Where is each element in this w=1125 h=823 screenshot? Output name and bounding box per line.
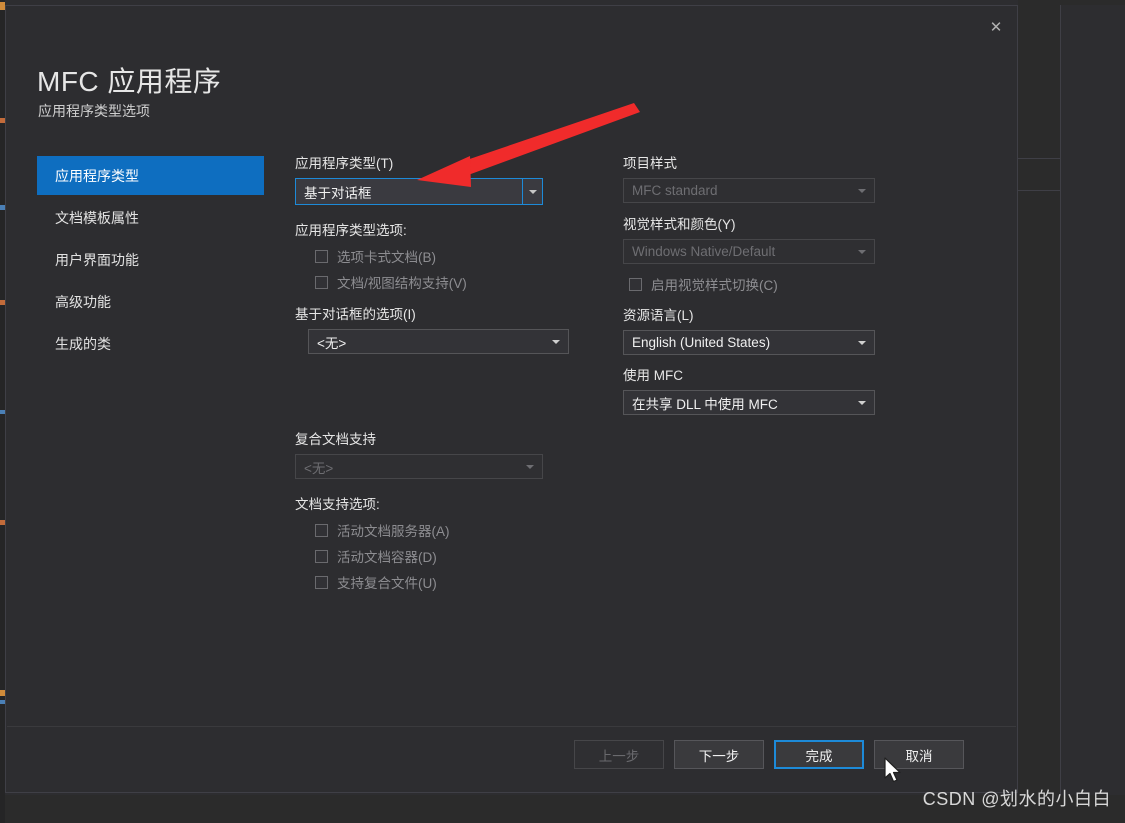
resource-language-select[interactable]: English (United States): [623, 330, 875, 355]
next-button-label: 下一步: [699, 745, 740, 765]
checkbox-active-document-server: 活动文档服务器(A): [315, 517, 575, 543]
use-mfc-value: 在共享 DLL 中使用 MFC: [632, 393, 778, 413]
visual-style-value: Windows Native/Default: [632, 244, 775, 259]
left-options-column: 应用程序类型(T) 基于对话框 应用程序类型选项: 选项卡式文档(B) 文档/视…: [295, 156, 575, 595]
checkbox-active-document-container: 活动文档容器(D): [315, 543, 575, 569]
cancel-button-label: 取消: [906, 745, 933, 765]
chevron-down-icon: [858, 341, 866, 345]
dialog-based-options-select[interactable]: <无>: [308, 329, 569, 354]
finish-button-label: 完成: [806, 745, 833, 765]
checkbox-box-icon: [629, 278, 642, 291]
checkbox-label: 启用视觉样式切换(C): [651, 274, 778, 294]
application-type-label: 应用程序类型(T): [295, 156, 575, 172]
wizard-form: 应用程序类型(T) 基于对话框 应用程序类型选项: 选项卡式文档(B) 文档/视…: [6, 156, 1019, 716]
document-support-options-label: 文档支持选项:: [295, 493, 575, 513]
mfc-wizard-dialog: ✕ MFC 应用程序 应用程序类型选项 应用程序类型 文档模板属性 用户界面功能…: [5, 5, 1018, 793]
chevron-down-icon[interactable]: [522, 179, 542, 204]
checkbox-label: 活动文档容器(D): [337, 546, 437, 566]
checkbox-compound-file-support: 支持复合文件(U): [315, 569, 575, 595]
dialog-based-options-value: <无>: [317, 332, 346, 352]
project-style-select: MFC standard: [623, 178, 875, 203]
compound-document-support-label: 复合文档支持: [295, 432, 575, 448]
project-style-label: 项目样式: [623, 156, 903, 172]
checkbox-label: 选项卡式文档(B): [337, 246, 436, 266]
checkbox-label: 支持复合文件(U): [337, 572, 437, 592]
checkbox-label: 活动文档服务器(A): [337, 520, 450, 540]
application-type-select[interactable]: 基于对话框: [295, 178, 543, 205]
use-mfc-select[interactable]: 在共享 DLL 中使用 MFC: [623, 390, 875, 415]
checkbox-label: 文档/视图结构支持(V): [337, 272, 467, 292]
application-type-value: 基于对话框: [304, 182, 372, 202]
compound-document-support-value: <无>: [304, 457, 333, 477]
checkbox-box-icon: [315, 276, 328, 289]
page-subtitle: 应用程序类型选项: [38, 101, 150, 121]
checkbox-box-icon: [315, 524, 328, 537]
project-style-value: MFC standard: [632, 183, 718, 198]
background-side-panel: [1060, 5, 1125, 795]
dialog-footer: 上一步 下一步 完成 取消: [7, 726, 1016, 791]
finish-button[interactable]: 完成: [774, 740, 864, 769]
right-options-column: 项目样式 MFC standard 视觉样式和颜色(Y) Windows Nat…: [623, 156, 903, 415]
chevron-down-icon: [858, 401, 866, 405]
chevron-down-icon: [858, 189, 866, 193]
next-button[interactable]: 下一步: [674, 740, 764, 769]
compound-document-support-select: <无>: [295, 454, 543, 479]
resource-language-value: English (United States): [632, 335, 770, 350]
checkbox-doc-view-support[interactable]: 文档/视图结构支持(V): [315, 269, 575, 295]
footer-button-row: 上一步 下一步 完成 取消: [574, 740, 964, 769]
chevron-down-icon: [552, 340, 560, 344]
chevron-down-icon: [526, 465, 534, 469]
watermark: CSDN @划水的小白白: [923, 785, 1111, 811]
visual-style-select: Windows Native/Default: [623, 239, 875, 264]
visual-style-label: 视觉样式和颜色(Y): [623, 217, 903, 233]
cancel-button[interactable]: 取消: [874, 740, 964, 769]
back-button-label: 上一步: [599, 745, 640, 765]
resource-language-label: 资源语言(L): [623, 308, 903, 324]
close-glyph: ✕: [990, 20, 1003, 35]
checkbox-tabbed-documents[interactable]: 选项卡式文档(B): [315, 243, 575, 269]
checkbox-box-icon: [315, 250, 328, 263]
close-icon[interactable]: ✕: [981, 14, 1011, 40]
checkbox-enable-visual-style-switching: 启用视觉样式切换(C): [629, 271, 903, 297]
use-mfc-label: 使用 MFC: [623, 368, 903, 384]
dialog-based-options-label: 基于对话框的选项(I): [295, 307, 575, 323]
chevron-down-icon: [858, 250, 866, 254]
application-type-options-label: 应用程序类型选项:: [295, 219, 575, 239]
checkbox-box-icon: [315, 550, 328, 563]
back-button: 上一步: [574, 740, 664, 769]
checkbox-box-icon: [315, 576, 328, 589]
page-title: MFC 应用程序: [37, 60, 221, 100]
